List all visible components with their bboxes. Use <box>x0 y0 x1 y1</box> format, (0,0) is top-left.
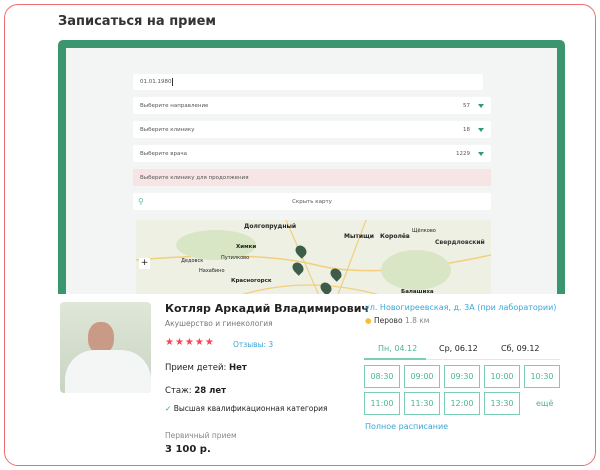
experience-value: 28 лет <box>194 386 227 396</box>
experience-info: Стаж: 28 лет <box>165 386 226 396</box>
reviews-link[interactable]: Отзывы: 3 <box>233 340 273 349</box>
metro-dot-icon: ● <box>365 316 372 325</box>
doctor-count: 1229 <box>456 150 470 157</box>
time-slot[interactable]: 11:00 <box>364 392 400 415</box>
chevron-down-icon <box>478 151 484 156</box>
map-label: Красногорск <box>231 278 272 284</box>
map-label: Щёлково <box>412 228 436 234</box>
time-slot[interactable]: 11:30 <box>404 392 440 415</box>
clinic-placeholder: Выберите клинику <box>140 126 195 133</box>
time-slot[interactable]: 08:30 <box>364 365 400 388</box>
zoom-in-button[interactable]: + <box>139 258 150 269</box>
map-pin-icon: ⚲ <box>138 197 144 206</box>
more-slots-link[interactable]: ещё <box>536 399 553 408</box>
check-icon: ✓ <box>165 404 172 413</box>
map-label: Свердловский <box>434 239 486 246</box>
birthdate-value: 01.01.1980 <box>140 79 172 85</box>
direction-placeholder: Выберите направление <box>140 102 209 109</box>
map-label: Мытищи <box>344 233 374 240</box>
map-label: Дедовск <box>181 258 204 264</box>
chevron-down-icon <box>478 127 484 132</box>
map-label: Химки <box>236 244 257 250</box>
rating-stars: ★★★★★ <box>165 337 215 348</box>
direction-count: 57 <box>463 102 470 109</box>
doctor-specialty: Акушерство и гинекология <box>165 319 273 328</box>
clinic-map[interactable]: Долгопрудный Мытищи Королёв Щёлково Химк… <box>136 220 491 300</box>
time-slot[interactable]: 10:00 <box>484 365 520 388</box>
metro-info: ● Перово 1.8 км <box>365 316 429 325</box>
category-text: Высшая квалификационная категория <box>173 404 328 413</box>
active-tab-indicator <box>364 358 426 360</box>
category-info: ✓ Высшая квалификационная категория <box>165 404 328 413</box>
time-slot[interactable]: 12:00 <box>444 392 480 415</box>
doctor-placeholder: Выберите врача <box>140 150 188 157</box>
children-label: Прием детей: <box>165 363 227 373</box>
birthdate-input[interactable]: 01.01.1980 <box>133 74 483 90</box>
tab-day-1[interactable]: Ср, 06.12 <box>439 344 478 353</box>
metro-name: Перово <box>373 316 403 325</box>
map-label: Долгопрудный <box>244 223 297 230</box>
page-title: Записаться на прием <box>58 14 217 29</box>
experience-label: Стаж: <box>165 386 192 396</box>
full-schedule-link[interactable]: Полное расписание <box>365 422 448 431</box>
price-value: 3 100 р. <box>165 444 211 455</box>
children-value: Нет <box>229 363 247 373</box>
map-label: Королёв <box>380 233 410 240</box>
map-label: Путилково <box>221 255 250 261</box>
price-label: Первичный прием <box>165 431 237 440</box>
time-slot[interactable]: 13:30 <box>484 392 520 415</box>
time-slot[interactable]: 10:30 <box>524 365 560 388</box>
doctor-name[interactable]: Котляр Аркадий Владимирович <box>165 302 369 315</box>
map-label: Нахабино <box>199 268 225 274</box>
clinic-select[interactable]: Выберите клинику 18 <box>133 121 491 138</box>
hide-map-button[interactable]: ⚲ Скрыть карту <box>133 193 491 210</box>
time-slot[interactable]: 09:30 <box>444 365 480 388</box>
metro-distance: 1.8 км <box>404 316 430 325</box>
time-slot[interactable]: 09:00 <box>404 365 440 388</box>
chevron-down-icon <box>478 103 484 108</box>
direction-select[interactable]: Выберите направление 57 <box>133 97 491 114</box>
children-info: Прием детей: Нет <box>165 363 247 373</box>
clinic-address-link[interactable]: ул. Новогиреевская, д. 3А (при лаборатор… <box>365 303 556 312</box>
doctor-photo <box>60 302 151 393</box>
clinic-count: 18 <box>463 126 470 133</box>
hide-map-label: Скрыть карту <box>292 198 332 205</box>
tab-day-0[interactable]: Пн, 04.12 <box>378 344 417 353</box>
warning-message: Выберите клинику для продолжения <box>133 169 491 186</box>
doctor-select[interactable]: Выберите врача 1229 <box>133 145 491 162</box>
tab-day-2[interactable]: Сб, 09.12 <box>501 344 540 353</box>
